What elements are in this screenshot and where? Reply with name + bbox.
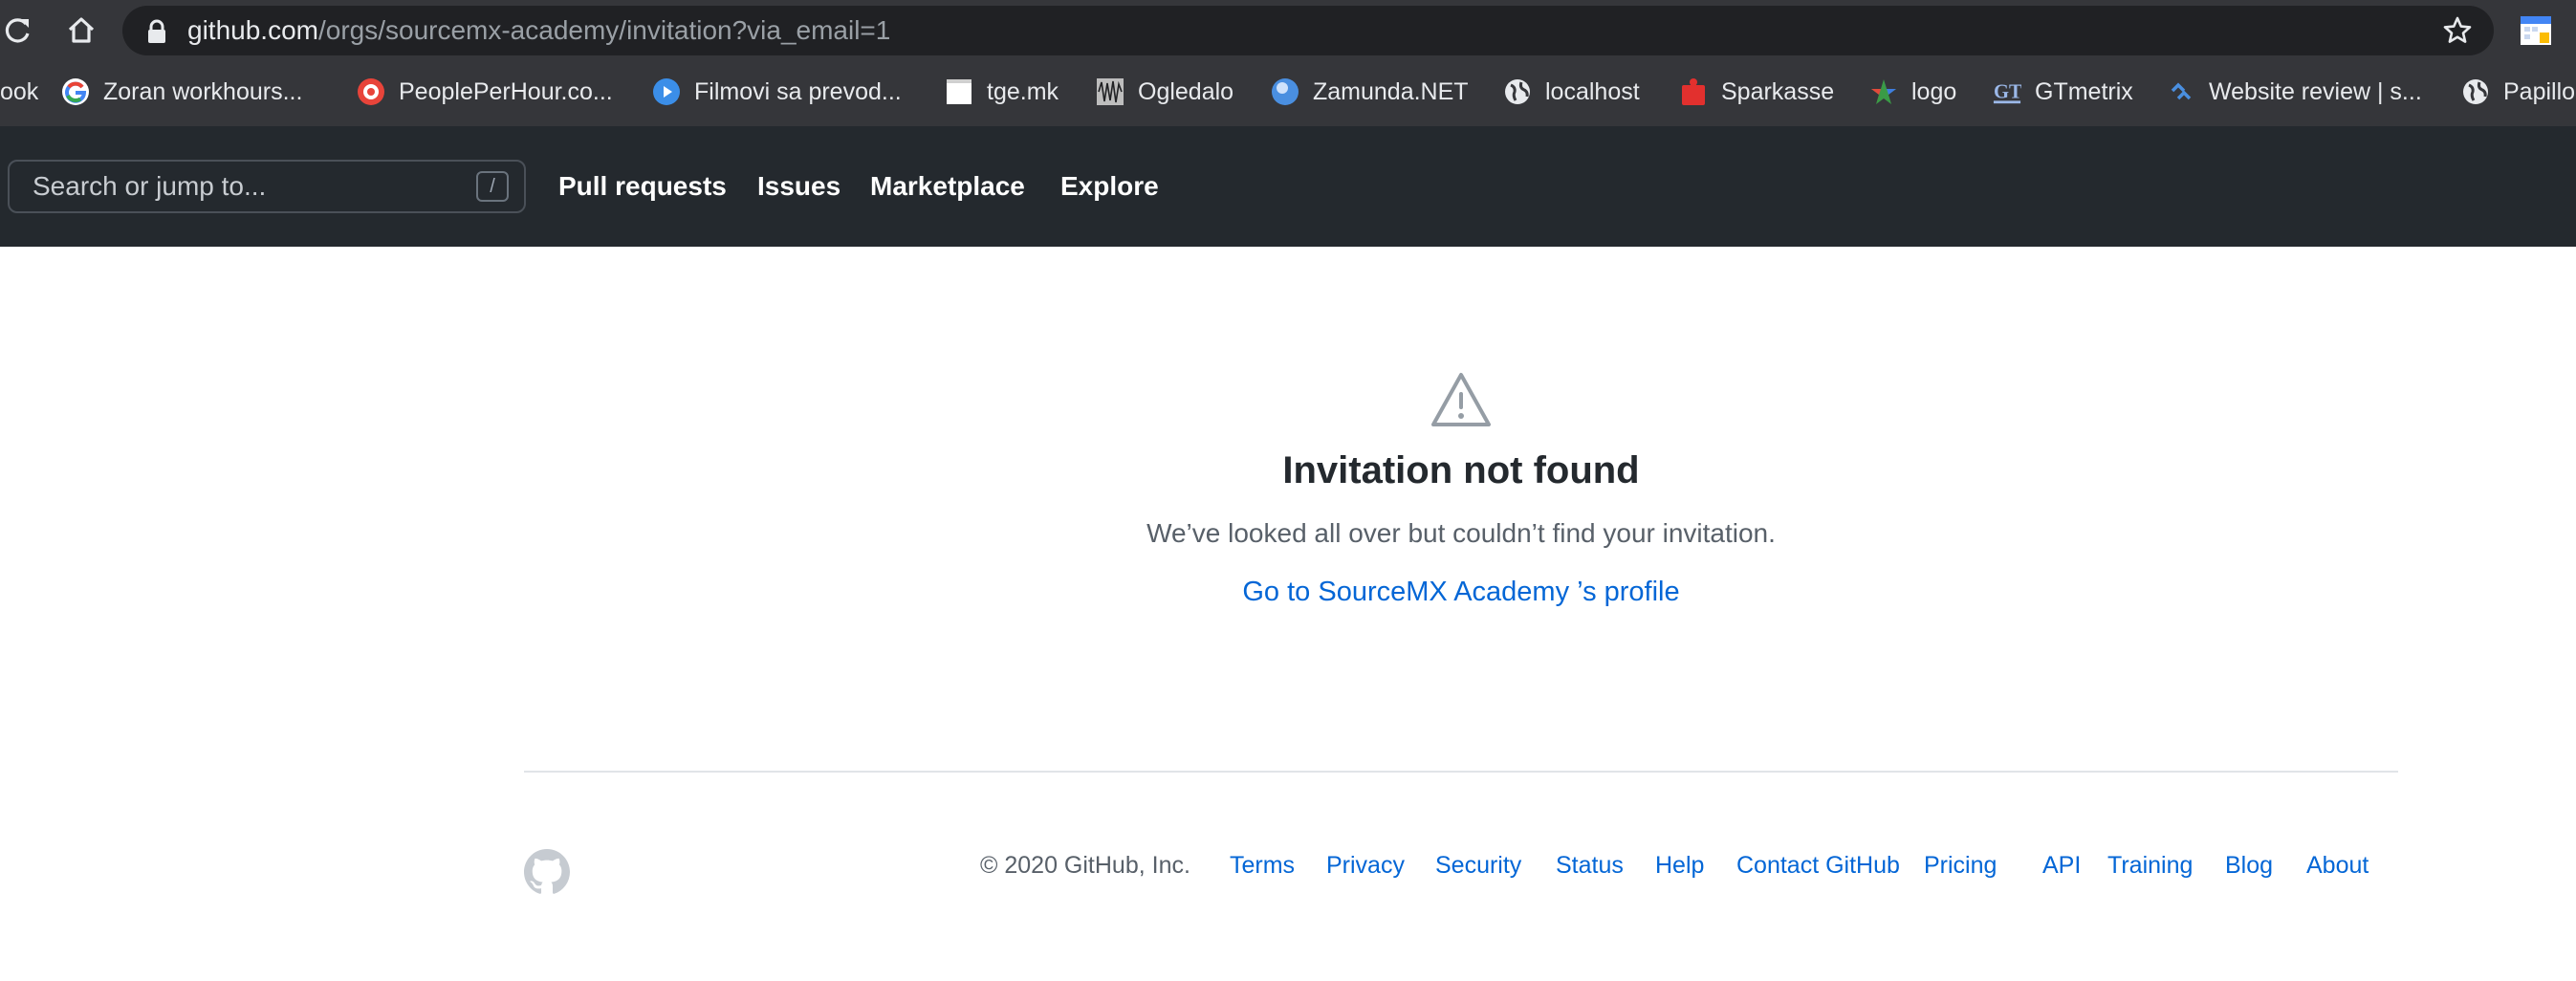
sparkasse-icon xyxy=(1679,77,1708,106)
nav-issues[interactable]: Issues xyxy=(757,163,840,210)
footer-link-terms[interactable]: Terms xyxy=(1230,851,1295,880)
globe-icon xyxy=(1503,77,1532,106)
logo-star-icon xyxy=(1869,77,1898,106)
bookmark-label: GTmetrix xyxy=(2035,77,2133,105)
footer-link-blog[interactable]: Blog xyxy=(2225,851,2273,880)
footer-link-help[interactable]: Help xyxy=(1655,851,1704,880)
footer-copyright: © 2020 GitHub, Inc. xyxy=(980,852,1190,879)
home-icon[interactable] xyxy=(61,11,101,50)
bookmark-label: logo xyxy=(1911,77,1957,105)
google-icon xyxy=(61,77,90,106)
footer-link-training[interactable]: Training xyxy=(2107,851,2193,880)
footer-link-privacy[interactable]: Privacy xyxy=(1326,851,1405,880)
footer-divider xyxy=(524,771,2398,773)
browser-chrome: github.com/orgs/sourcemx-academy/invitat… xyxy=(0,0,2576,126)
bookmark-label: Zoran workhours... xyxy=(103,77,303,105)
bookmarks-bar: ook Zoran workhours... PeoplePerHour.co.… xyxy=(0,67,2576,117)
bookmark-item[interactable]: Papillo xyxy=(2461,67,2575,117)
bookmark-item[interactable]: Zoran workhours... xyxy=(61,67,302,117)
lock-icon[interactable] xyxy=(143,18,170,45)
page-icon xyxy=(945,77,973,106)
footer-link-status[interactable]: Status xyxy=(1556,851,1624,880)
url-path: /orgs/sourcemx-academy/invitation?via_em… xyxy=(317,15,891,45)
bookmark-item[interactable]: Ogledalo xyxy=(1096,67,1233,117)
search-shortcut-key: / xyxy=(476,171,509,202)
footer-link-about[interactable]: About xyxy=(2306,851,2369,880)
nav-explore[interactable]: Explore xyxy=(1060,163,1159,210)
footer-link-security[interactable]: Security xyxy=(1435,851,1521,880)
search-input[interactable]: Search or jump to... / xyxy=(8,160,526,213)
github-logo-icon[interactable] xyxy=(524,849,570,895)
bookmark-item[interactable]: PeoplePerHour.co... xyxy=(357,67,613,117)
footer-link-api[interactable]: API xyxy=(2042,851,2081,880)
page-title: Invitation not found xyxy=(1282,449,1640,491)
footer-link-contact-github[interactable]: Contact GitHub xyxy=(1736,851,1900,880)
bookmark-label: Website review | s... xyxy=(2209,77,2422,105)
play-icon xyxy=(652,77,681,106)
url-host: github.com xyxy=(187,15,318,45)
bookmark-item[interactable]: GT GTmetrix xyxy=(1993,67,2133,117)
url-text[interactable]: github.com/orgs/sourcemx-academy/invitat… xyxy=(187,8,890,54)
bookmark-label: tge.mk xyxy=(987,77,1059,105)
org-profile-link[interactable]: Go to SourceMX Academy ’s profile xyxy=(0,577,2576,608)
bookmark-item[interactable]: localhost xyxy=(1503,67,1640,117)
bookmark-item[interactable]: logo xyxy=(1869,67,1956,117)
website-review-icon xyxy=(2167,77,2195,106)
nav-marketplace[interactable]: Marketplace xyxy=(870,163,1025,210)
ogledalo-icon xyxy=(1096,77,1124,106)
bookmark-item[interactable]: tge.mk xyxy=(945,67,1059,117)
gtmetrix-icon: GT xyxy=(1993,77,2021,106)
bookmark-label: PeoplePerHour.co... xyxy=(399,77,613,105)
bookmark-label: Sparkasse xyxy=(1721,77,1835,105)
bookmark-star-icon[interactable] xyxy=(2442,15,2473,46)
bookmark-item[interactable]: Website review | s... xyxy=(2167,67,2422,117)
bookmark-label: localhost xyxy=(1545,77,1640,105)
reload-icon[interactable] xyxy=(0,11,40,50)
bookmark-label: Filmovi sa prevod... xyxy=(694,77,902,105)
peopleperhour-icon xyxy=(357,77,385,106)
bookmark-item[interactable]: Filmovi sa prevod... xyxy=(652,67,902,117)
bookmark-item[interactable]: Sparkasse xyxy=(1679,67,1834,117)
calendar-extension-icon[interactable] xyxy=(2519,13,2553,48)
globe-icon xyxy=(2461,77,2490,106)
github-header: Search or jump to... / Pull requests Iss… xyxy=(0,126,2576,247)
nav-pull-requests[interactable]: Pull requests xyxy=(558,163,727,210)
footer-link-pricing[interactable]: Pricing xyxy=(1924,851,1997,880)
zamunda-icon xyxy=(1271,77,1299,106)
bookmark-item[interactable]: ook xyxy=(0,67,38,117)
alert-icon xyxy=(1430,371,1492,428)
search-placeholder: Search or jump to... xyxy=(33,171,267,201)
bookmark-label: Zamunda.NET xyxy=(1313,77,1469,105)
bookmark-item[interactable]: Zamunda.NET xyxy=(1271,67,1469,117)
not-found-message: We’ve looked all over but couldn’t find … xyxy=(1146,518,1776,548)
svg-text:GT: GT xyxy=(1994,82,2021,103)
bookmark-label: Ogledalo xyxy=(1138,77,1234,105)
bookmark-label: Papillo xyxy=(2503,77,2576,105)
bookmark-label: ook xyxy=(0,77,39,105)
